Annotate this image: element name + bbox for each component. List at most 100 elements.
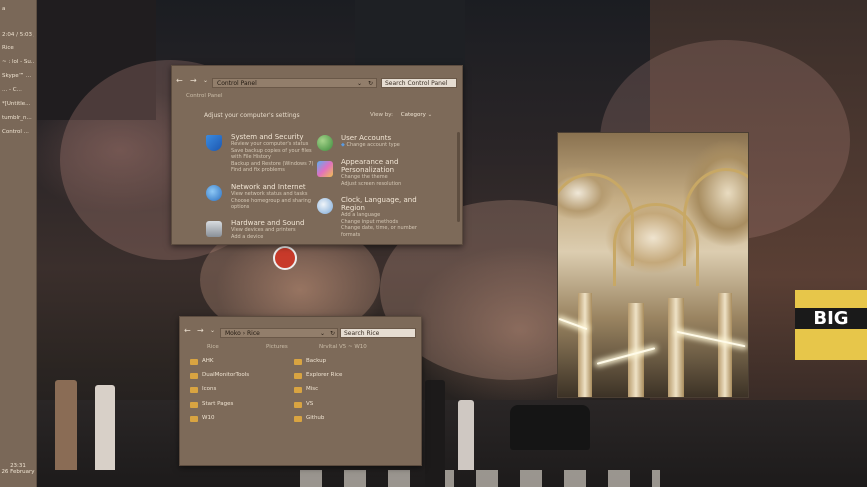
folder-item[interactable]: Icons [190,386,280,396]
breadcrumb[interactable]: Control Panel [186,93,222,99]
network-globe-icon[interactable] [206,185,222,201]
folder-item[interactable]: Github [294,415,384,425]
category-title-line2[interactable]: Region [341,204,451,212]
folder-icon [190,416,198,422]
view-by[interactable]: View by: Category ⌄ [370,112,432,118]
folder-icon [294,402,302,408]
folder-label: VS [306,401,314,407]
big-billboard: BIG [795,290,867,360]
folder-item[interactable]: W10 [190,415,280,425]
category-title[interactable]: User Accounts [341,134,451,142]
clock-date: 26 February [1,469,35,475]
pedestrian-2 [95,385,115,470]
column-header-nrvltal[interactable]: Nrvltal V5 ~ W10 [319,344,367,350]
category-link[interactable]: ◆ Change account type [341,142,451,149]
recent-chevron-icon[interactable]: ⌄ [210,327,215,334]
column-header-rice[interactable]: Rice [207,344,219,350]
folder-label: Github [306,415,325,421]
address-part-moko[interactable]: Moko [225,330,241,337]
folder-icon [294,387,302,393]
category-link[interactable]: Find and fix problems [231,167,321,174]
folder-icon [294,359,302,365]
forward-arrow-icon[interactable]: → [190,76,197,85]
category-link[interactable]: Add a device [231,234,321,241]
search-placeholder: Search Control Panel [385,80,448,87]
forward-arrow-icon[interactable]: → [197,326,204,335]
view-by-label: View by: [370,112,393,118]
folder-item[interactable]: Explorer Rice [294,372,384,382]
billboard-text: BIG [795,308,867,329]
taskbar-item-skype[interactable]: Skype™ ... [2,73,34,79]
category-link[interactable]: Adjust screen resolution [341,181,451,188]
back-arrow-icon[interactable]: ← [176,76,183,85]
uac-shield-icon: ◆ [341,142,345,148]
category-title[interactable]: System and Security [231,133,321,141]
folder-item[interactable]: Misc [294,386,384,396]
view-by-chevron-icon: ⌄ [427,112,433,118]
folder-icon [190,359,198,365]
painting-arch-right [683,168,748,266]
category-title[interactable]: Network and Internet [231,183,321,191]
category-title[interactable]: Clock, Language, and [341,196,451,204]
scrollbar[interactable] [457,132,460,222]
folder-item[interactable]: AHK [190,358,280,368]
back-arrow-icon[interactable]: ← [184,326,191,335]
search-placeholder: Search Rice [344,330,380,337]
refresh-icon[interactable]: ↻ [368,79,373,89]
category-title[interactable]: Hardware and Sound [231,219,321,227]
address-dropdown-icon[interactable]: ⌄ [357,79,362,89]
taskbar-item-rice[interactable]: Rice [2,45,34,51]
folder-label: Misc [306,386,319,392]
taskbar-item-untitled[interactable]: *[Untitle... [2,101,34,107]
folder-icon [190,373,198,379]
users-icon[interactable] [317,135,333,151]
taskbar-item-tumblr[interactable]: tumblr_n... [2,115,34,121]
address-bar[interactable]: Moko › Rice ⌄ ↻ [220,328,338,338]
pedestrian-4 [458,400,474,470]
address-bar[interactable]: Control Panel ⌄ ↻ [212,78,377,88]
folder-item[interactable]: DualMonitorTools [190,372,280,382]
image-viewer-window[interactable] [557,132,749,398]
monitor-icon[interactable] [317,161,333,177]
refresh-icon[interactable]: ↻ [330,329,335,339]
explorer-window: ← → ⌄ Moko › Rice ⌄ ↻ Search Rice Rice P… [179,316,422,466]
folder-item[interactable]: Backup [294,358,384,368]
category-link[interactable]: formats [341,232,451,239]
taskbar-item-control-panel[interactable]: Control ... [2,129,34,135]
address-dropdown-icon[interactable]: ⌄ [320,329,325,339]
category-title-line2[interactable]: Personalization [341,166,451,174]
category-title[interactable]: Appearance and [341,158,451,166]
taskbar-item-media[interactable]: 2:04 / 5:03 / ... [2,32,34,38]
category-link[interactable]: options [231,204,321,211]
printer-icon[interactable] [206,221,222,237]
pedestrian-1 [55,380,77,470]
column-header-pictures[interactable]: Pictures [266,344,288,350]
category-network-internet: Network and Internet View network status… [231,183,321,211]
workspace-indicator[interactable]: a [2,6,34,12]
category-link[interactable]: Review your computer's status [231,141,321,148]
painting-chandelier-lights-3 [676,330,746,348]
folder-label: Explorer Rice [306,372,343,378]
car [510,405,590,450]
clock-globe-icon[interactable] [317,198,333,214]
address-part-rice[interactable]: Rice [247,330,260,337]
no-entry-sign [273,246,297,270]
folder-item[interactable]: VS [294,401,384,411]
search-input[interactable]: Search Control Panel [381,78,457,88]
taskbar-item-chrome[interactable]: ... - C... [2,87,34,93]
pedestrian-3 [425,380,445,487]
folder-label: Icons [202,386,217,392]
category-system-security: System and Security Review your computer… [231,133,321,174]
category-clock-region: Clock, Language, and Region Add a langua… [341,196,451,238]
taskbar-item-terminal[interactable]: ~ : lol - Su... [2,59,34,65]
recent-chevron-icon[interactable]: ⌄ [203,77,208,84]
search-input[interactable]: Search Rice [340,328,416,338]
category-link-text: Change account type [346,142,400,148]
painting-column-1 [578,293,592,397]
folder-item[interactable]: Start Pages [190,401,280,411]
folder-icon [190,402,198,408]
view-by-value[interactable]: Category [401,112,426,118]
clock[interactable]: 23:31 26 February [0,463,36,475]
shield-icon[interactable] [206,135,222,151]
painting-column-4 [718,293,732,397]
